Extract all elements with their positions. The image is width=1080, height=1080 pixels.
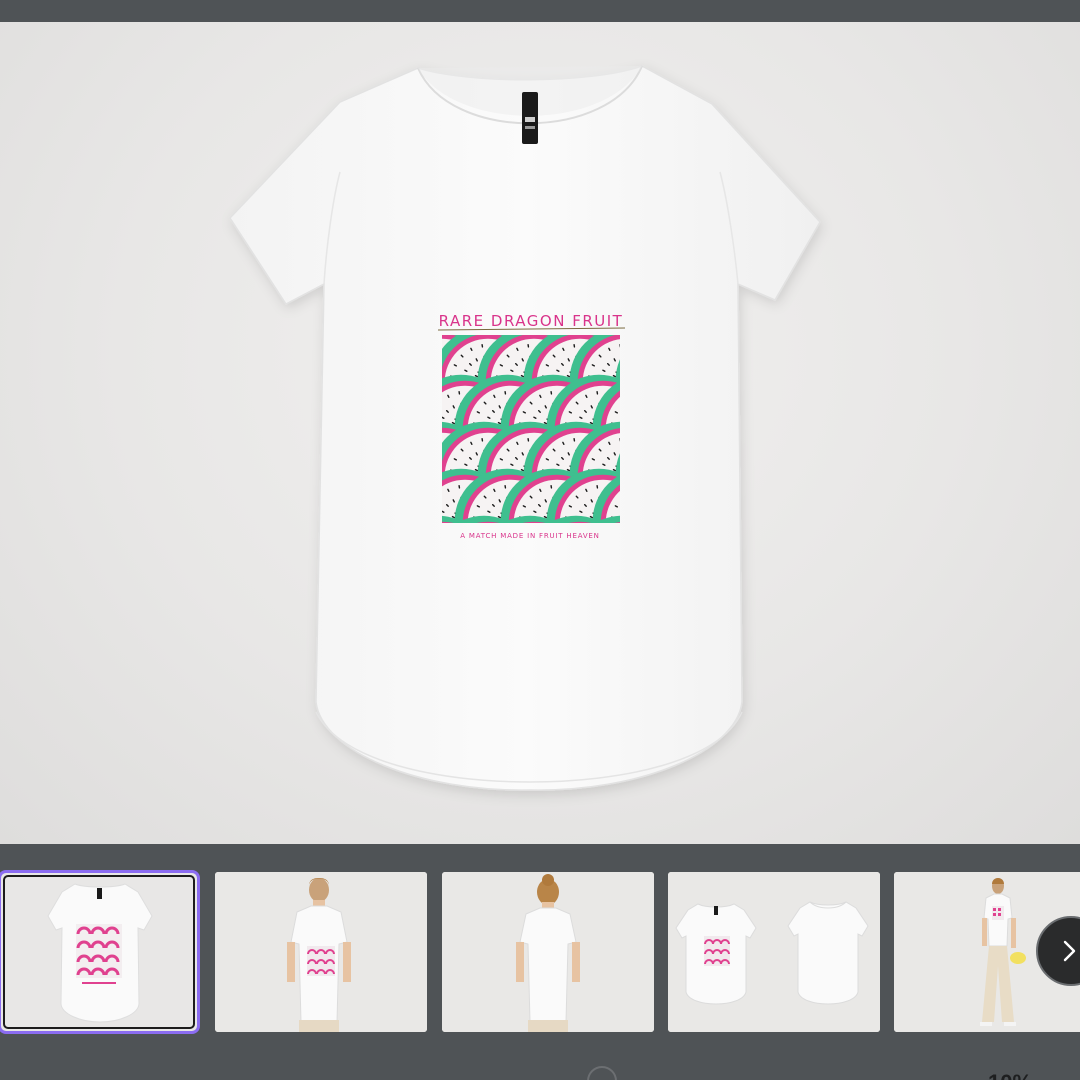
design-title: RARE DRAGON FRUIT bbox=[439, 312, 624, 330]
top-bar bbox=[0, 0, 1080, 22]
thumbnail-front-back[interactable] bbox=[668, 872, 880, 1032]
thumbnail-model-front[interactable] bbox=[215, 872, 427, 1032]
main-image-viewer[interactable]: RARE DRAGON FRUIT A MATCH MADE IN FRUIT … bbox=[0, 22, 1080, 844]
bottom-bar: 10% bbox=[0, 1040, 1080, 1080]
product-viewer-app: RARE DRAGON FRUIT A MATCH MADE IN FRUIT … bbox=[0, 0, 1080, 1080]
design-tagline: A MATCH MADE IN FRUIT HEAVEN bbox=[460, 532, 599, 540]
thumbnail-flat-front[interactable] bbox=[0, 870, 200, 1034]
carousel-indicator-dot[interactable] bbox=[587, 1066, 617, 1080]
zoom-label: 10% bbox=[988, 1070, 1032, 1080]
main-shirt-image: RARE DRAGON FRUIT A MATCH MADE IN FRUIT … bbox=[229, 65, 821, 791]
chevron-right-icon bbox=[1063, 940, 1076, 962]
thumbnail-model-back[interactable] bbox=[442, 872, 654, 1032]
